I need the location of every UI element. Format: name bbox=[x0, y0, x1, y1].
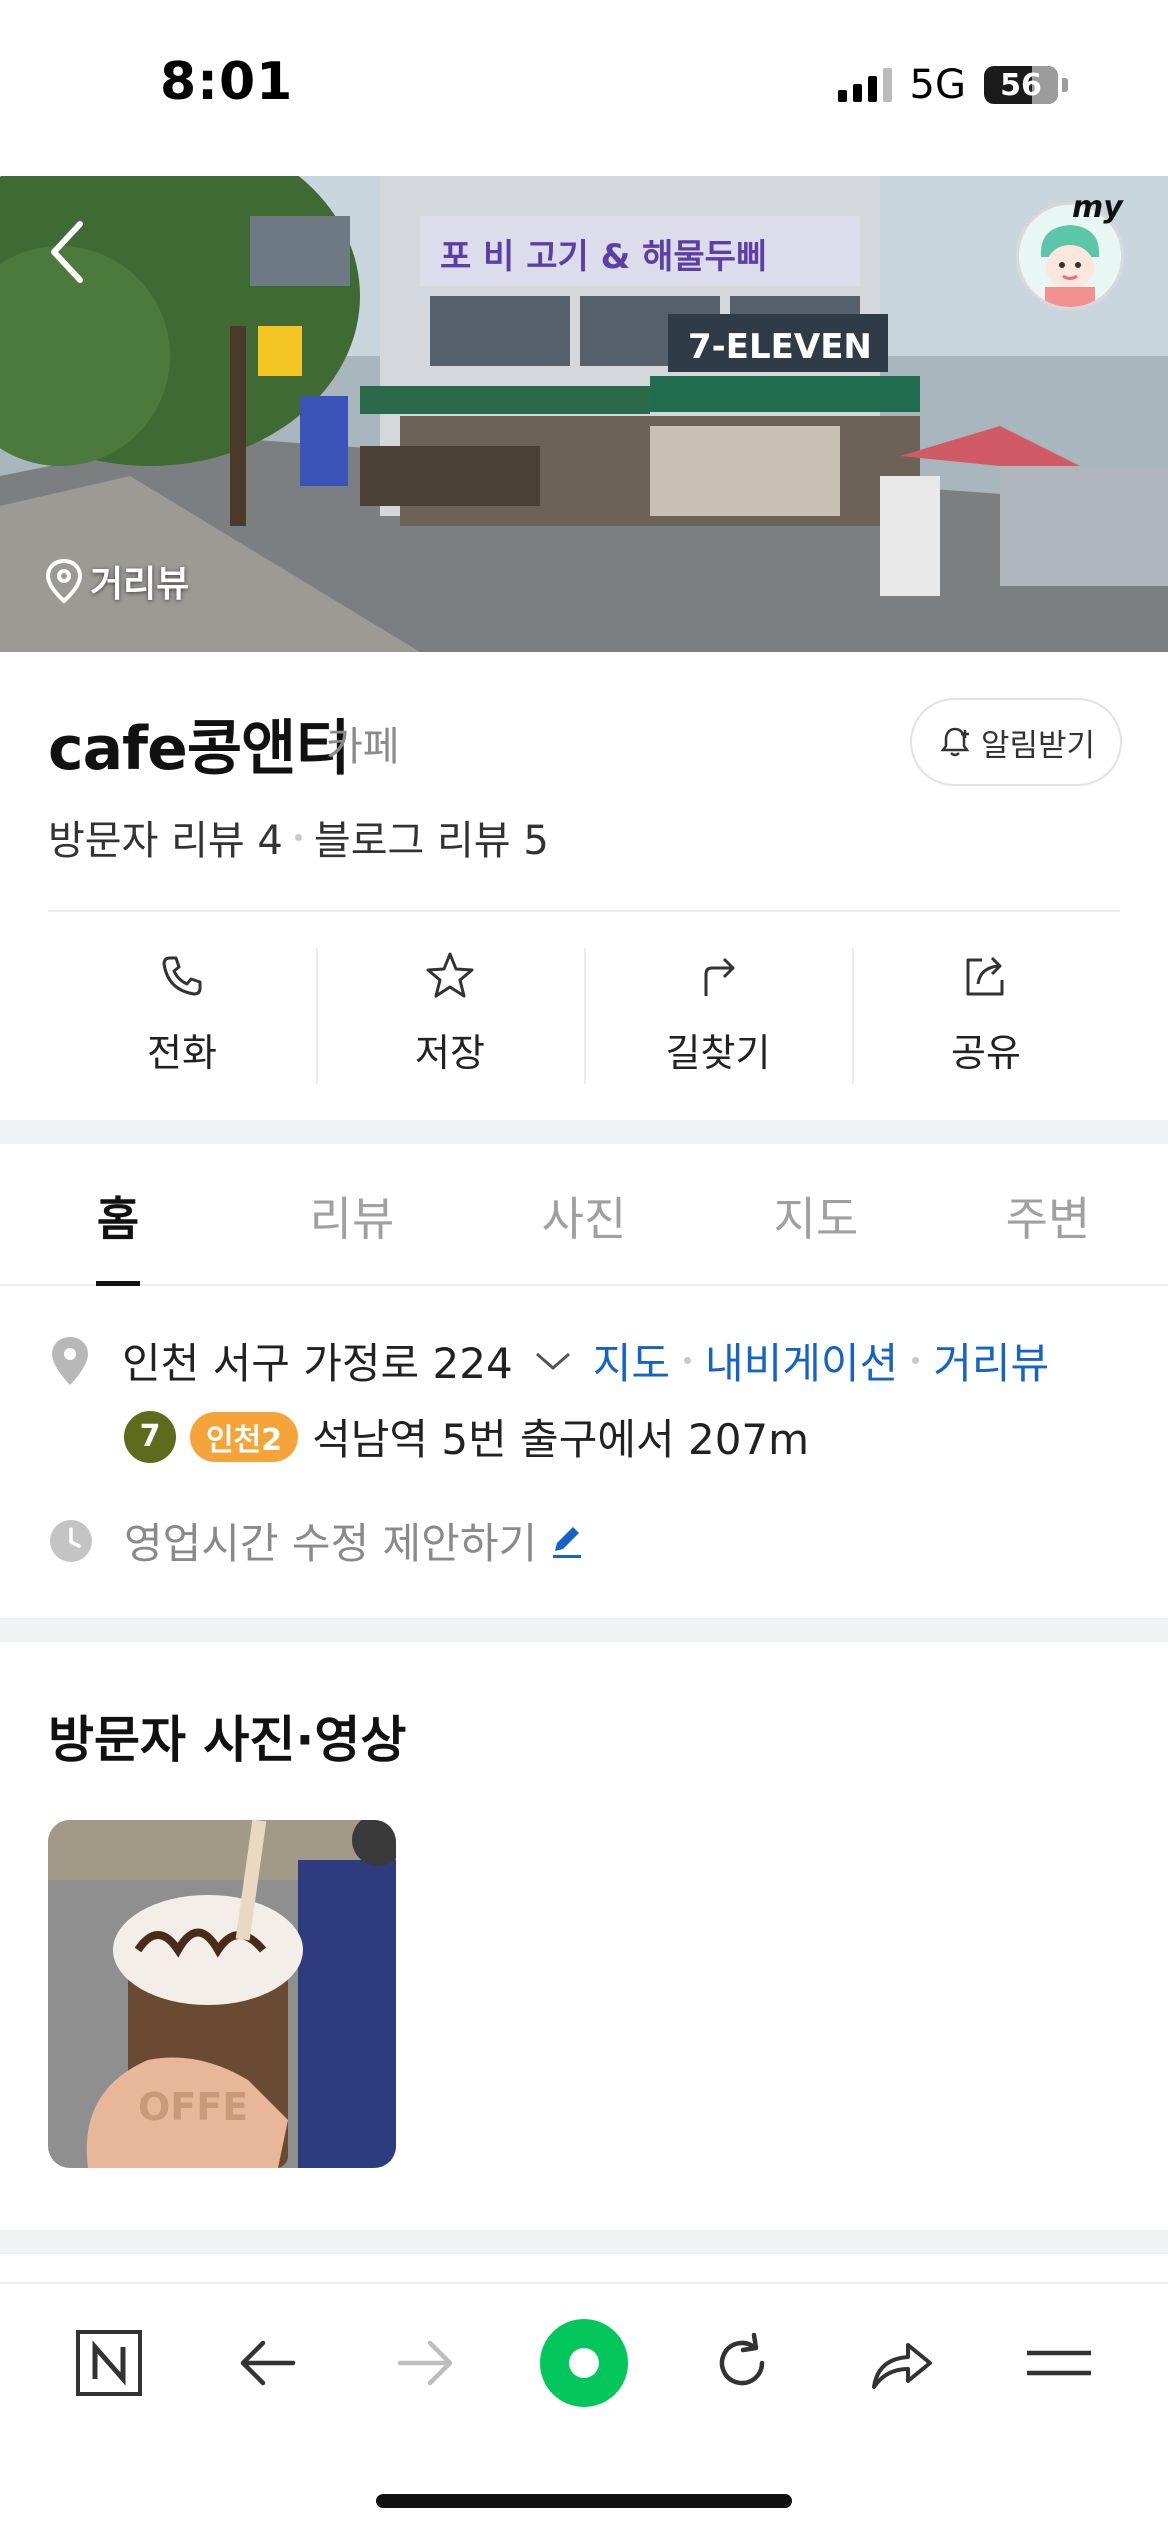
my-label: my bbox=[1072, 190, 1123, 225]
share-arrow-icon bbox=[871, 2343, 932, 2389]
share-button[interactable]: 공유 bbox=[852, 948, 1120, 1084]
section-gap bbox=[0, 2230, 1168, 2254]
refresh-icon bbox=[720, 2332, 765, 2386]
forward-arrow-icon bbox=[397, 2340, 452, 2386]
tab-nearby[interactable]: 주변 bbox=[932, 1148, 1164, 1284]
alarm-button[interactable]: 알림받기 bbox=[910, 698, 1122, 786]
call-button[interactable]: 전화 bbox=[48, 948, 316, 1084]
map-link[interactable]: 지도 bbox=[593, 1330, 670, 1391]
back-button[interactable] bbox=[40, 212, 100, 292]
cell-signal-icon bbox=[837, 68, 892, 102]
address-row: 인천 서구 가정로 224 지도 내비게이션 거리뷰 bbox=[48, 1330, 1049, 1391]
section-gap bbox=[0, 1618, 1168, 1642]
subway-info: 7 인천2 석남역 5번 출구에서 207m bbox=[124, 1406, 809, 1467]
tab-photos[interactable]: 사진 bbox=[468, 1148, 700, 1284]
divider bbox=[48, 910, 1120, 912]
naver-n-icon bbox=[76, 2330, 143, 2396]
streetview-link[interactable]: 거리뷰 bbox=[933, 1330, 1049, 1391]
place-name: cafe콩앤티 bbox=[48, 714, 350, 784]
blog-review-link[interactable]: 블로그 리뷰 5 bbox=[314, 808, 549, 866]
refresh-button[interactable] bbox=[687, 2308, 797, 2418]
star-icon bbox=[426, 952, 474, 998]
save-button[interactable]: 저장 bbox=[316, 948, 584, 1084]
green-dot-icon bbox=[539, 2319, 628, 2407]
phone-icon bbox=[162, 956, 202, 996]
naver-home-button[interactable] bbox=[54, 2308, 164, 2418]
back-arrow-icon bbox=[241, 2340, 296, 2386]
navigation-link[interactable]: 내비게이션 bbox=[705, 1330, 898, 1391]
subway-line-7-badge: 7 bbox=[124, 1410, 176, 1463]
directions-icon bbox=[704, 957, 735, 996]
hours-row: 영업시간 수정 제안하기 bbox=[48, 1510, 587, 1571]
directions-button[interactable]: 길찾기 bbox=[584, 948, 852, 1084]
location-pin-icon bbox=[52, 1336, 88, 1385]
visitor-photo-thumbnail[interactable]: OFFE bbox=[48, 1820, 396, 2168]
menu-button[interactable] bbox=[1004, 2308, 1114, 2418]
section-gap bbox=[0, 1120, 1168, 1144]
svg-text:OFFE: OFFE bbox=[138, 2085, 248, 2129]
tab-bar: 홈 리뷰 사진 지도 주변 bbox=[0, 1148, 1168, 1286]
chevron-down-icon[interactable] bbox=[531, 1346, 575, 1376]
share-icon bbox=[966, 956, 1004, 996]
browser-back-button[interactable] bbox=[212, 2308, 322, 2418]
place-category: 카페 bbox=[326, 724, 400, 770]
hours-suggest-text[interactable]: 영업시간 수정 제안하기 bbox=[124, 1510, 537, 1571]
visitor-media-title: 방문자 사진·영상 bbox=[48, 1711, 407, 1769]
visitor-review-link[interactable]: 방문자 리뷰 4 bbox=[48, 808, 283, 866]
address-text[interactable]: 인천 서구 가정로 224 bbox=[122, 1330, 513, 1391]
clock-icon bbox=[50, 1519, 92, 1562]
action-bar: 전화 저장 길찾기 공유 bbox=[48, 948, 1120, 1084]
streetview-button[interactable]: 거리뷰 bbox=[44, 555, 189, 607]
pencil-icon[interactable] bbox=[547, 1521, 587, 1561]
subway-distance-text: 석남역 5번 출구에서 207m bbox=[312, 1415, 810, 1464]
browser-forward-button[interactable] bbox=[371, 2308, 481, 2418]
browser-toolbar bbox=[0, 2282, 1168, 2442]
battery-icon: 56 bbox=[984, 66, 1058, 104]
map-pin-icon bbox=[45, 558, 83, 604]
chevron-left-icon bbox=[51, 221, 83, 283]
network-type: 5G bbox=[909, 62, 966, 108]
browser-share-button[interactable] bbox=[846, 2308, 956, 2418]
svg-text:포 비 고기 & 해물두삐: 포 비 고기 & 해물두삐 bbox=[440, 237, 767, 277]
tab-home[interactable]: 홈 bbox=[0, 1148, 236, 1286]
svg-text:7-ELEVEN: 7-ELEVEN bbox=[688, 327, 872, 367]
status-time: 8:01 bbox=[160, 52, 294, 112]
home-indicator bbox=[376, 2494, 792, 2508]
tab-reviews[interactable]: 리뷰 bbox=[236, 1148, 468, 1284]
tab-map[interactable]: 지도 bbox=[700, 1148, 932, 1284]
green-dot-button[interactable] bbox=[529, 2308, 639, 2418]
menu-icon bbox=[1026, 2350, 1091, 2376]
subway-incheon2-badge: 인천2 bbox=[190, 1411, 299, 1462]
review-summary: 방문자 리뷰 4 블로그 리뷰 5 bbox=[48, 808, 549, 866]
status-icons: 5G 56 bbox=[837, 62, 1068, 108]
bell-plus-icon bbox=[940, 727, 970, 757]
separator-dot bbox=[294, 833, 302, 841]
